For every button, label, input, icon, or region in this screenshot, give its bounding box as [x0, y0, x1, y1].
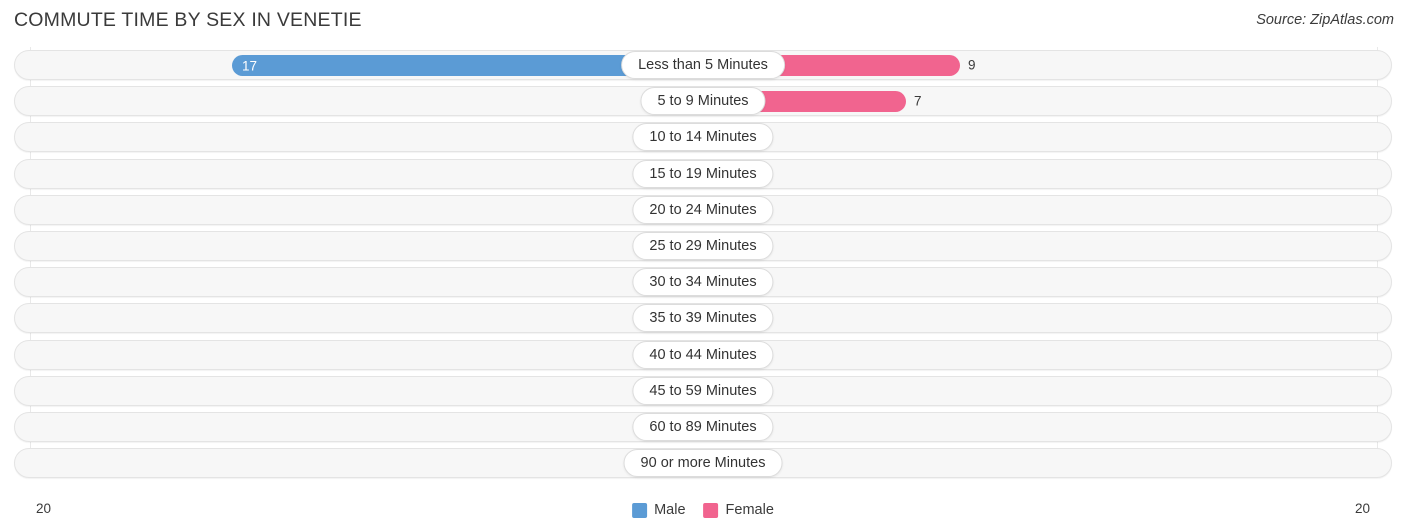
category-label: Less than 5 Minutes — [638, 57, 768, 73]
chart-page: COMMUTE TIME BY SEX IN VENETIE Source: Z… — [0, 0, 1406, 522]
bar-value-female: 7 — [914, 93, 922, 109]
category-label: 90 or more Minutes — [640, 455, 766, 472]
chart-row: 075 to 9 Minutes — [0, 83, 1406, 119]
bar-value-male: 17 — [242, 58, 258, 73]
chart-row: 0035 to 39 Minutes — [0, 300, 1406, 336]
legend-item-female[interactable]: Female — [703, 502, 774, 518]
category-label: 25 to 29 Minutes — [649, 237, 757, 254]
category-label: 30 to 34 Minutes — [649, 274, 757, 291]
chart-legend: Male Female — [632, 502, 774, 518]
category-label-pill: Less than 5 Minutes — [621, 51, 785, 79]
source-attribution: Source: ZipAtlas.com — [1256, 12, 1394, 28]
category-label-pill: 10 to 14 Minutes — [632, 123, 774, 152]
category-label: 40 to 44 Minutes — [649, 346, 757, 363]
chart-row: 0040 to 44 Minutes — [0, 337, 1406, 373]
category-label-pill: 60 to 89 Minutes — [632, 412, 774, 441]
legend-label: Male — [654, 502, 686, 518]
category-label-pill: 20 to 24 Minutes — [632, 195, 774, 224]
category-label-pill: 30 to 34 Minutes — [632, 268, 774, 297]
category-label-pill: 25 to 29 Minutes — [632, 231, 774, 260]
square-swatch-male — [632, 502, 648, 518]
category-label: 5 to 9 Minutes — [657, 93, 749, 110]
chart-row: 0030 to 34 Minutes — [0, 264, 1406, 300]
category-label: 20 to 24 Minutes — [649, 201, 757, 218]
legend-label: Female — [725, 502, 774, 518]
category-label-pill: 5 to 9 Minutes — [640, 87, 766, 116]
category-label-pill: 15 to 19 Minutes — [632, 159, 774, 188]
bar-value-female: 9 — [968, 57, 976, 73]
chart-rows: 179Less than 5 Minutes075 to 9 Minutes00… — [0, 47, 1406, 481]
page-title: COMMUTE TIME BY SEX IN VENETIE — [14, 9, 362, 31]
category-label: 10 to 14 Minutes — [649, 129, 757, 146]
chart-row: 1060 to 89 Minutes — [0, 409, 1406, 445]
chart-row: 0025 to 29 Minutes — [0, 228, 1406, 264]
chart-row: 0010 to 14 Minutes — [0, 119, 1406, 155]
category-label-pill: 35 to 39 Minutes — [632, 304, 774, 333]
chart-row: 0045 to 59 Minutes — [0, 373, 1406, 409]
category-label-pill: 45 to 59 Minutes — [632, 376, 774, 405]
category-label: 35 to 39 Minutes — [649, 310, 757, 327]
chart-row: 0090 or more Minutes — [0, 445, 1406, 481]
category-label: 15 to 19 Minutes — [649, 165, 757, 182]
category-label-pill: 90 or more Minutes — [623, 449, 783, 478]
category-label: 45 to 59 Minutes — [649, 382, 757, 399]
chart-row: 0020 to 24 Minutes — [0, 192, 1406, 228]
category-label: 60 to 89 Minutes — [649, 418, 757, 435]
category-label-pill: 40 to 44 Minutes — [632, 340, 774, 369]
chart-row: 0015 to 19 Minutes — [0, 156, 1406, 192]
square-swatch-female — [703, 502, 719, 518]
axis-label-left: 20 — [36, 501, 52, 516]
axis-label-right: 20 — [1354, 501, 1370, 516]
legend-item-male[interactable]: Male — [632, 502, 686, 518]
bidirectional-bar-chart: 179Less than 5 Minutes075 to 9 Minutes00… — [0, 47, 1406, 482]
chart-row: 17 9 Less than 5 Minutes — [0, 47, 1406, 83]
